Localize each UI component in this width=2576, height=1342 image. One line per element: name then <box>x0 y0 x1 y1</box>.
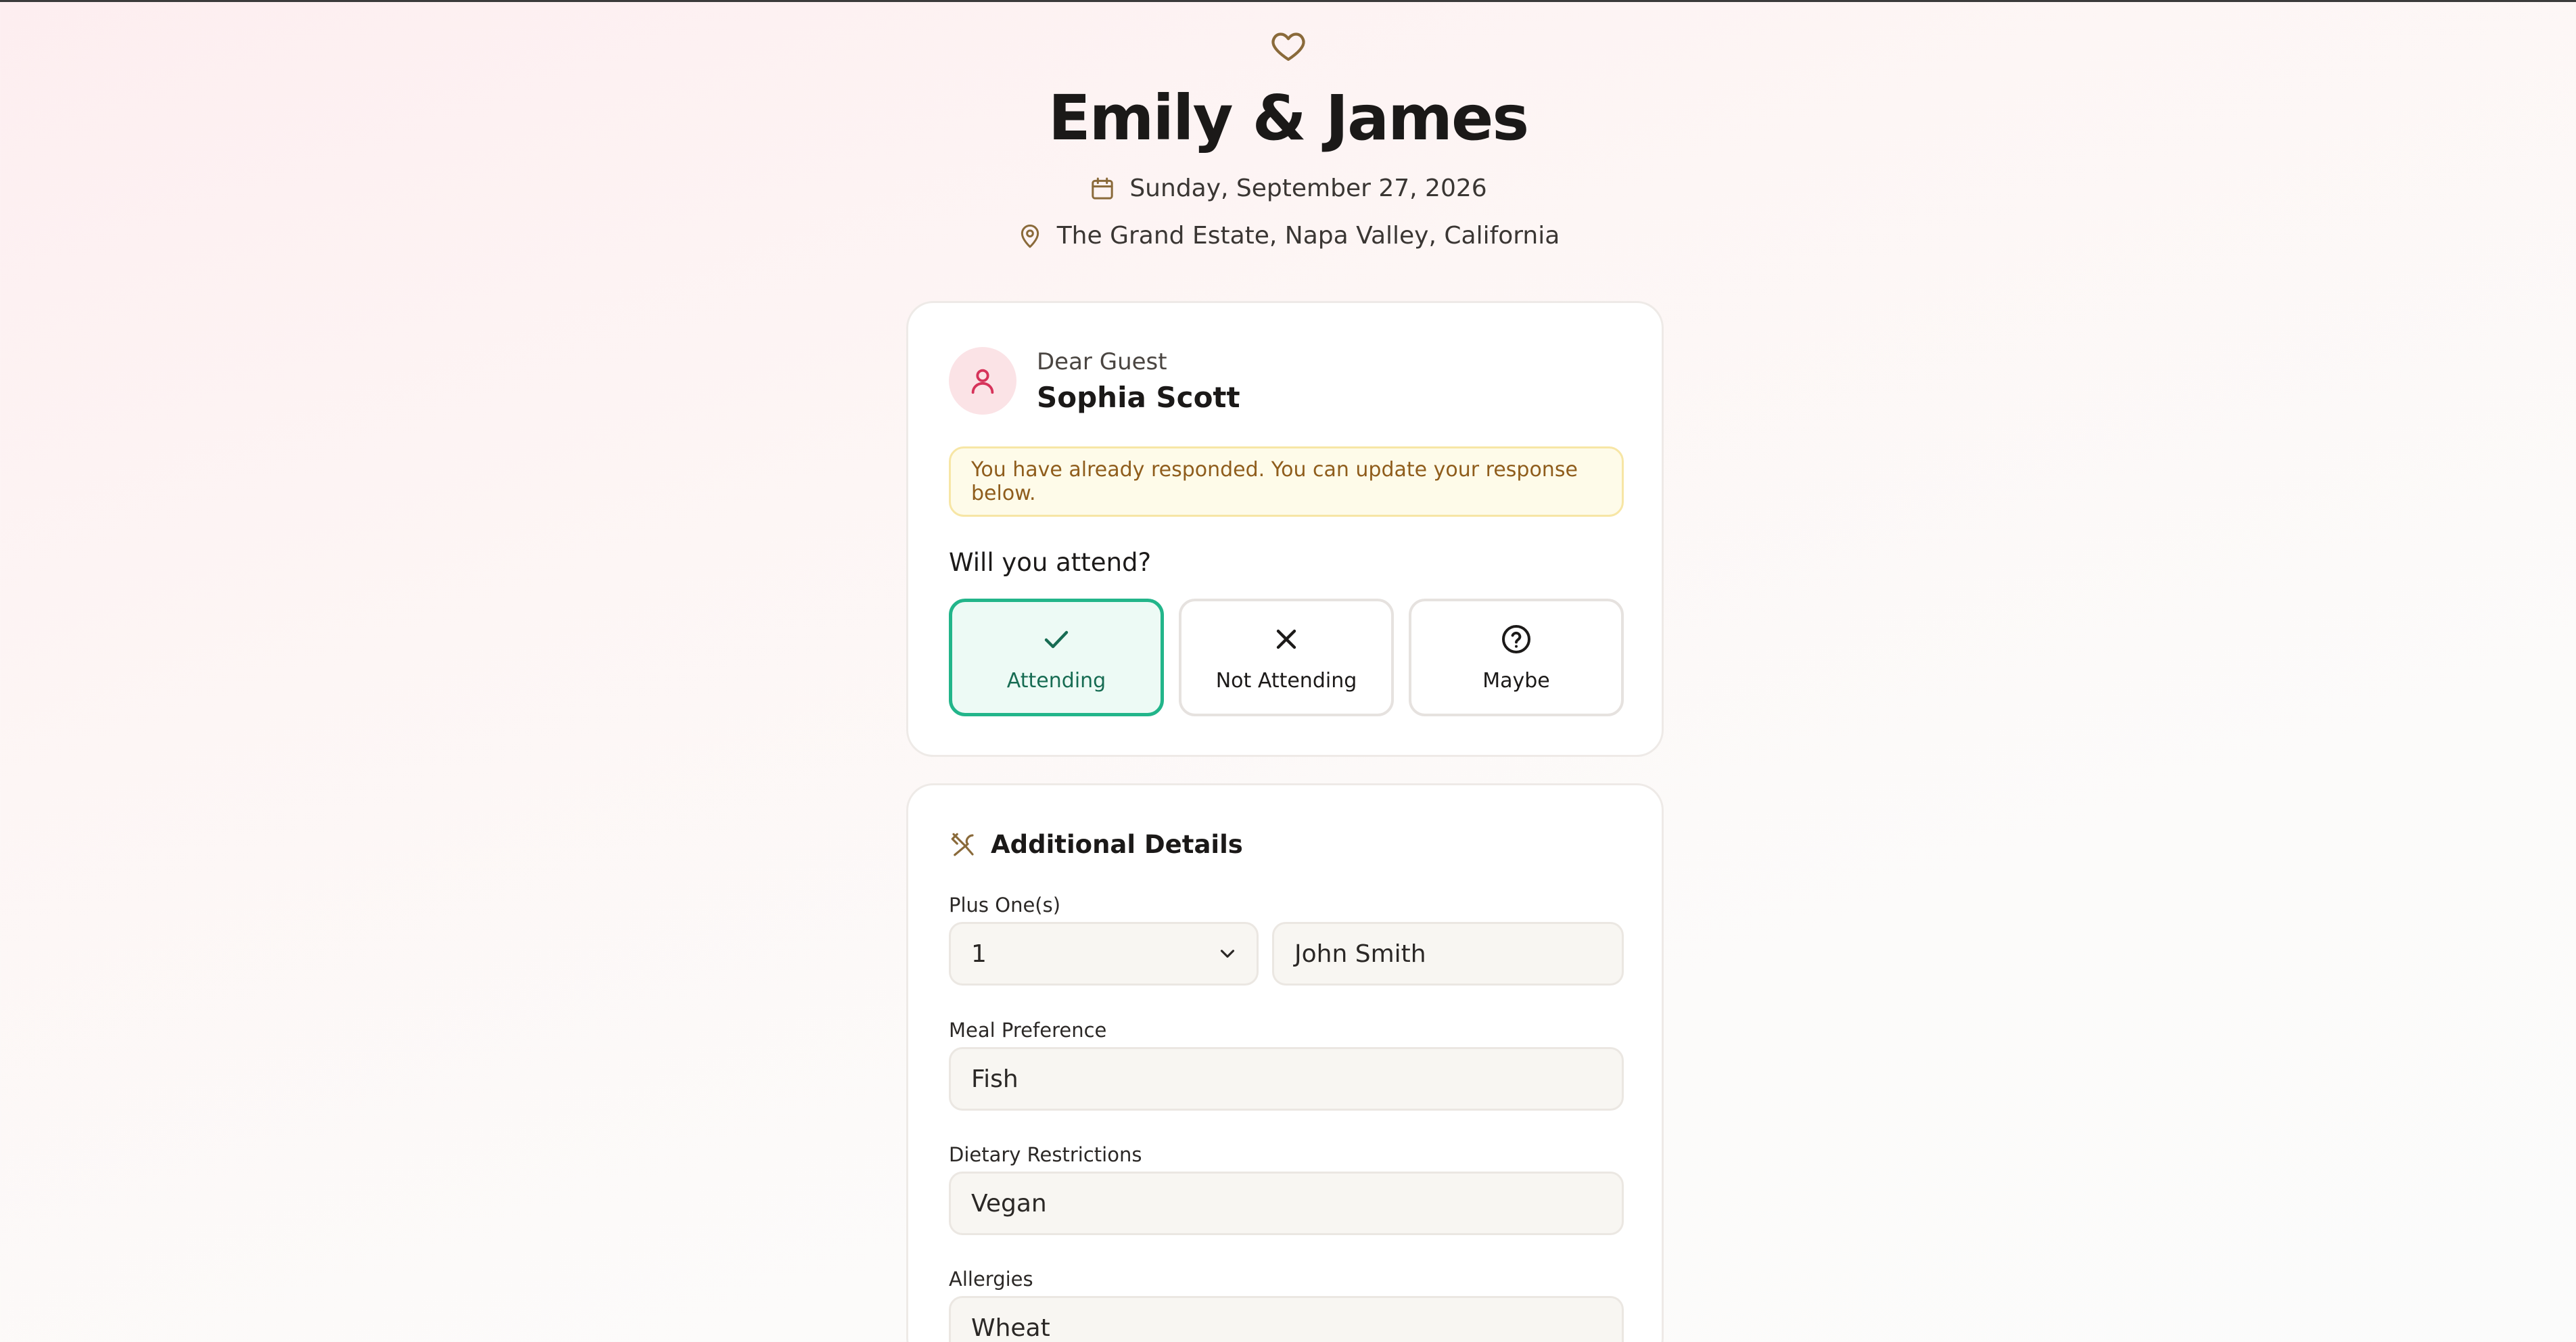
maybe-option[interactable]: Maybe <box>1409 599 1624 716</box>
calendar-icon <box>1092 177 1113 200</box>
guest-greeting: Dear Guest <box>1037 348 1167 375</box>
plus-one-count-select[interactable]: 1 <box>949 922 1259 986</box>
plus-one-count-value: 1 <box>971 940 987 968</box>
check-icon <box>1044 630 1069 648</box>
allergies-value: Wheat <box>971 1314 1050 1342</box>
guest-rsvp-card: Dear Guest Sophia Scott You have already… <box>906 301 1664 757</box>
dietary-restrictions-value: Vegan <box>971 1189 1047 1218</box>
allergies-label: Allergies <box>949 1268 1033 1291</box>
attendance-options: Attending Not Attending Maybe <box>949 599 1624 716</box>
utensils-icon <box>951 833 974 856</box>
already-responded-notice: You have already responded. You can upda… <box>949 446 1624 517</box>
dietary-restrictions-label: Dietary Restrictions <box>949 1143 1142 1166</box>
meal-preference-label: Meal Preference <box>949 1019 1107 1042</box>
details-title: Additional Details <box>991 830 1243 859</box>
plus-one-name-input[interactable]: John Smith <box>1272 922 1624 986</box>
user-icon <box>971 369 994 394</box>
meal-preference-value: Fish <box>971 1065 1018 1093</box>
event-location-row: The Grand Estate, Napa Valley, Californi… <box>1016 223 1560 250</box>
event-date: Sunday, September 27, 2026 <box>1129 175 1487 203</box>
additional-details-card: Additional Details Plus One(s) 1 John Sm… <box>906 783 1664 1342</box>
details-header: Additional Details <box>949 830 1243 859</box>
event-header: Emily & James Sunday, September 27, 2026… <box>0 27 2576 250</box>
plus-one-label: Plus One(s) <box>949 894 1061 917</box>
window-top-border <box>0 0 2576 2</box>
guest-name: Sophia Scott <box>1037 381 1240 415</box>
attending-label: Attending <box>1006 668 1106 693</box>
dietary-restrictions-field[interactable]: Vegan <box>949 1172 1624 1235</box>
plus-one-name-value: John Smith <box>1294 940 1426 968</box>
not-attending-option[interactable]: Not Attending <box>1179 599 1394 716</box>
heart-icon <box>1271 32 1305 61</box>
not-attending-label: Not Attending <box>1215 668 1357 693</box>
attendance-question: Will you attend? <box>949 548 1152 577</box>
event-date-row: Sunday, September 27, 2026 <box>1089 175 1487 203</box>
guest-info: Dear Guest Sophia Scott <box>949 347 1240 415</box>
question-icon <box>1502 624 1530 653</box>
avatar <box>949 347 1016 415</box>
chevron-down-icon <box>1220 950 1235 958</box>
allergies-field[interactable]: Wheat <box>949 1296 1624 1342</box>
couple-title: Emily & James <box>1048 82 1529 154</box>
meal-preference-field[interactable]: Fish <box>949 1047 1624 1111</box>
map-pin-icon <box>1021 225 1039 248</box>
x-icon <box>1276 629 1296 649</box>
maybe-label: Maybe <box>1482 668 1550 693</box>
attending-option[interactable]: Attending <box>949 599 1164 716</box>
event-location: The Grand Estate, Napa Valley, Californi… <box>1056 222 1560 250</box>
